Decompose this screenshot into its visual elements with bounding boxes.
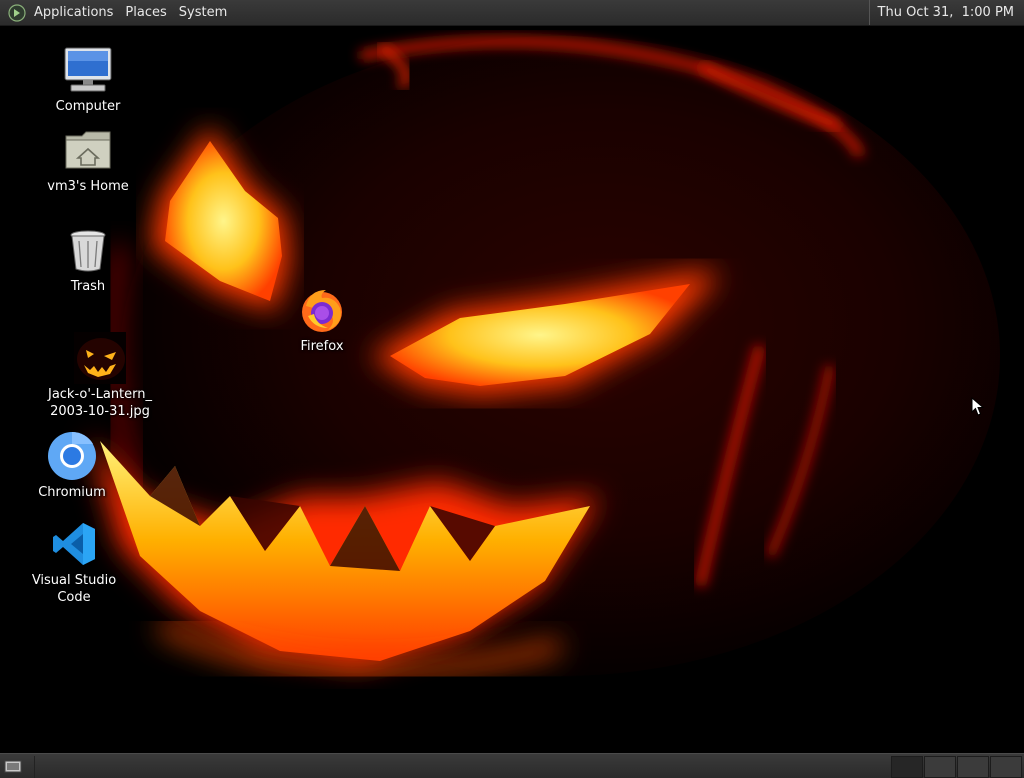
- chromium-icon: [46, 430, 98, 482]
- desktop-icon-label: Trash: [70, 279, 106, 294]
- workspace-4[interactable]: [990, 755, 1022, 778]
- desktop-icon-image-file[interactable]: Jack-o'-Lantern_ 2003-10-31.jpg: [40, 332, 160, 420]
- workspace-3[interactable]: [957, 755, 989, 778]
- desktop-icon-vscode[interactable]: Visual Studio Code: [14, 518, 134, 606]
- top-panel: Applications Places System Thu Oct 31, 1…: [0, 0, 1024, 26]
- system-menu[interactable]: System: [173, 0, 233, 25]
- distro-logo-icon[interactable]: [8, 3, 26, 22]
- desktop-icon-label: vm3's Home: [47, 179, 129, 194]
- desktop-screen: Applications Places System Thu Oct 31, 1…: [0, 0, 1024, 778]
- desktop-icon-label: Firefox: [300, 339, 344, 354]
- desktop-icon-computer[interactable]: Computer: [28, 44, 148, 115]
- mouse-pointer-icon: [971, 397, 985, 416]
- clock[interactable]: Thu Oct 31, 1:00 PM: [868, 0, 1024, 25]
- window-list[interactable]: [34, 755, 890, 778]
- desktop-icon-label: Computer: [55, 99, 121, 114]
- workspace-switcher: [890, 755, 1022, 778]
- places-menu[interactable]: Places: [119, 0, 172, 25]
- computer-icon: [62, 44, 114, 96]
- workspace-1[interactable]: [891, 755, 923, 778]
- desktop-icon-label: Chromium: [38, 485, 106, 500]
- desktop-icon-label: Jack-o'-Lantern_ 2003-10-31.jpg: [47, 387, 153, 419]
- applications-menu[interactable]: Applications: [28, 0, 119, 25]
- firefox-icon: [296, 284, 348, 336]
- desktop-icon-label: Visual Studio Code: [31, 573, 117, 605]
- workspace-2[interactable]: [924, 755, 956, 778]
- home-folder-icon: [62, 124, 114, 176]
- desktop-icon-trash[interactable]: Trash: [28, 224, 148, 295]
- desktop-icon-chromium[interactable]: Chromium: [12, 430, 132, 501]
- desktop-icon-firefox[interactable]: Firefox: [262, 284, 382, 355]
- bottom-panel: [0, 753, 1024, 778]
- vscode-icon: [48, 518, 100, 570]
- show-desktop-icon[interactable]: [2, 756, 24, 778]
- trash-icon: [62, 224, 114, 276]
- desktop-icon-home[interactable]: vm3's Home: [28, 124, 148, 195]
- main-menu-bar: Applications Places System: [0, 0, 233, 25]
- image-file-icon: [74, 332, 126, 384]
